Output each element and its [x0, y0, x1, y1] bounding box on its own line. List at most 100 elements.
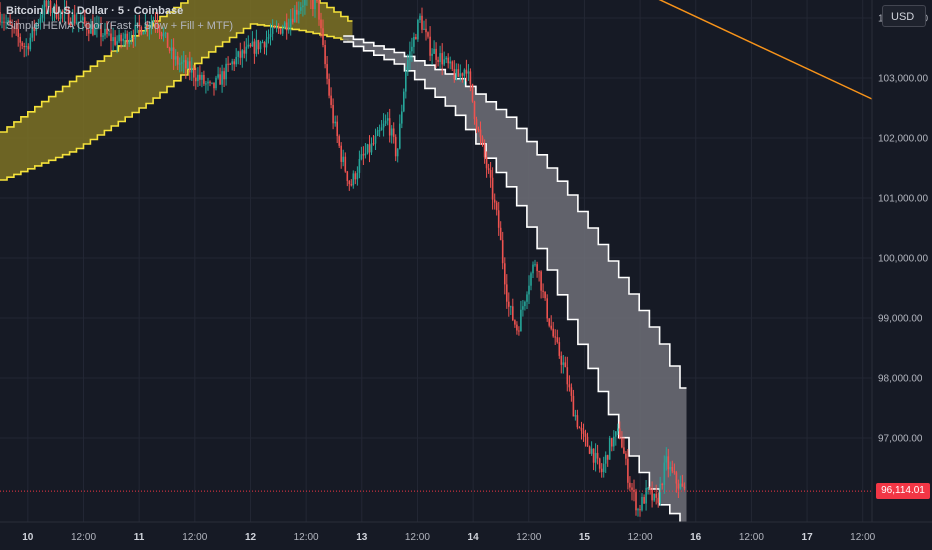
candle-body — [425, 28, 427, 33]
candle-body — [237, 51, 239, 57]
candle-body — [23, 46, 25, 48]
time-tick-day: 10 — [22, 532, 34, 543]
candle-body — [350, 184, 353, 186]
indicator-title[interactable]: Simple HEMA Color (Fast + Slow + Fill + … — [6, 19, 233, 34]
candle-body — [180, 62, 183, 64]
candle-body — [223, 71, 225, 80]
candle-body — [27, 46, 30, 50]
candle-body — [233, 61, 235, 65]
candle-body — [677, 483, 680, 489]
candle-body — [261, 42, 264, 44]
candle-body — [619, 428, 621, 439]
candle-body — [485, 157, 488, 169]
candle-body — [671, 467, 674, 472]
candle-body — [19, 36, 21, 43]
candle-body — [421, 15, 423, 30]
candle-body — [586, 436, 589, 447]
candle-body — [617, 428, 619, 432]
candle-body — [449, 61, 451, 64]
candle-body — [182, 60, 185, 63]
candle-body — [318, 0, 320, 20]
candle-body — [514, 320, 516, 325]
candle-body — [279, 28, 282, 34]
candle-body — [667, 456, 670, 470]
current-price-badge: 96,114.01 — [876, 483, 930, 500]
candle-body — [255, 40, 258, 54]
candle-body — [334, 121, 336, 124]
candle-body — [178, 63, 181, 65]
time-tick-hour: 12:00 — [850, 532, 875, 543]
candle-body — [592, 448, 595, 463]
candle-body — [110, 33, 112, 41]
candle-body — [546, 298, 548, 319]
candle-body — [427, 32, 429, 37]
candle-body — [29, 37, 32, 50]
candle-body — [661, 483, 663, 486]
candle-body — [209, 81, 211, 83]
candle-body — [407, 60, 409, 72]
symbol-title[interactable]: Bitcoin / U.S. Dollar · 5 · Coinbase — [6, 4, 233, 19]
candle-body — [292, 18, 294, 23]
candle-body — [320, 19, 322, 29]
candle-body — [683, 486, 686, 489]
candle-body — [403, 91, 405, 112]
candle-body — [538, 271, 540, 273]
candle-body — [516, 324, 518, 331]
candle-body — [457, 69, 460, 77]
candle-body — [556, 337, 559, 343]
candle-body — [443, 59, 445, 65]
candle-body — [399, 123, 401, 149]
candle-body — [663, 462, 666, 485]
candle-body — [215, 77, 217, 89]
candle-body — [172, 47, 175, 60]
candle-body — [596, 452, 599, 459]
price-tick-label: 99,000.00 — [878, 314, 923, 325]
candle-body — [277, 27, 280, 29]
candle-body — [328, 78, 330, 96]
candle-body — [229, 63, 231, 65]
candle-body — [580, 428, 583, 431]
candle-body — [122, 38, 124, 42]
candle-body — [629, 482, 631, 488]
candle-body — [566, 367, 569, 385]
candle-body — [512, 306, 514, 321]
candle-body — [170, 47, 173, 51]
candle-body — [627, 458, 629, 483]
candle-body — [332, 105, 334, 124]
candle-body — [669, 467, 672, 470]
candle-body — [271, 26, 274, 34]
candle-body — [540, 271, 542, 291]
candle-body — [247, 44, 250, 47]
price-chart[interactable]: 97,000.0098,000.0099,000.00100,000.00101… — [0, 0, 932, 550]
candle-body — [659, 483, 661, 503]
candle-body — [352, 173, 355, 186]
candle-body — [401, 111, 403, 124]
price-tick-label: 100,000.00 — [878, 254, 928, 265]
candle-body — [528, 285, 530, 295]
candle-body — [304, 0, 306, 6]
candle-body — [257, 40, 260, 50]
candle-body — [495, 202, 498, 211]
candle-body — [366, 144, 369, 154]
time-tick-hour: 12:00 — [71, 532, 96, 543]
candle-body — [520, 309, 522, 332]
candle-body — [459, 73, 462, 77]
candle-body — [544, 291, 546, 299]
candle-body — [372, 143, 375, 145]
candle-body — [621, 438, 623, 448]
candle-body — [411, 46, 413, 52]
candle-body — [281, 28, 284, 34]
candle-body — [0, 12, 1, 23]
currency-button[interactable]: USD — [882, 5, 926, 27]
candle-body — [245, 46, 248, 54]
candle-body — [453, 69, 456, 80]
candle-body — [657, 497, 659, 503]
candle-body — [21, 42, 23, 46]
candle-body — [647, 487, 649, 489]
time-tick-day: 11 — [134, 532, 145, 543]
candle-body — [510, 306, 512, 308]
candle-body — [287, 27, 290, 31]
candle-body — [201, 75, 203, 80]
candle-body — [368, 144, 371, 153]
candle-body — [681, 483, 684, 487]
